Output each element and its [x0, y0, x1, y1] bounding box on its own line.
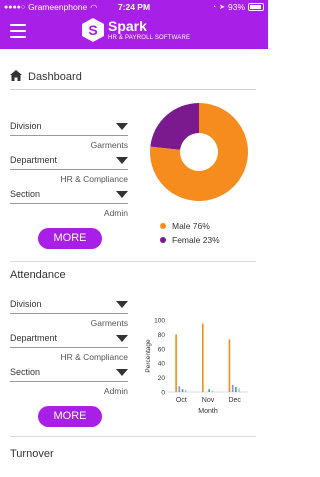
filter-value: Admin — [103, 208, 128, 218]
battery-percent: 93% — [227, 2, 245, 12]
app-name: Spark — [108, 18, 147, 34]
bar-nov-2 — [208, 389, 210, 392]
bar-oct-0 — [175, 334, 177, 392]
home-icon — [10, 70, 22, 84]
spark-logo-icon: S — [82, 18, 104, 42]
gender-donut-chart — [150, 103, 248, 201]
attendance-more-button[interactable]: MORE — [38, 406, 102, 427]
y-tick-label: 20 — [158, 375, 166, 382]
breadcrumb[interactable]: Dashboard — [10, 70, 82, 84]
attendance-section-select[interactable]: Section Admin — [10, 367, 128, 396]
status-bar: ●●●●○ Grameenphone ◠ 7:24 PM ◔ ➤ 93% — [0, 0, 268, 14]
chevron-down-icon — [116, 335, 128, 342]
x-axis-label: Month — [198, 408, 218, 415]
attendance-division-select[interactable]: Division Garments — [10, 299, 128, 328]
location-icon: ➤ — [219, 4, 225, 11]
y-tick-label: 40 — [158, 361, 166, 368]
chevron-down-icon — [116, 369, 128, 376]
turnover-title: Turnover — [10, 448, 54, 460]
bar-nov-0 — [202, 323, 204, 392]
filter-label: Department — [10, 155, 58, 165]
y-tick-label: 0 — [161, 390, 165, 397]
section-divider — [10, 436, 256, 437]
alarm-icon: ◔ — [211, 3, 217, 11]
filter-value: Garments — [90, 318, 128, 328]
section-divider — [10, 261, 256, 262]
hamburger-menu-icon[interactable] — [10, 24, 26, 38]
attendance-department-select[interactable]: Department HR & Compliance — [10, 333, 128, 362]
filter-label: Section — [10, 189, 41, 199]
bar-oct-3 — [184, 389, 187, 392]
battery-icon — [248, 3, 264, 11]
y-tick-label: 60 — [158, 346, 166, 353]
legend-swatch — [160, 237, 166, 243]
y-tick-label: 80 — [158, 332, 166, 339]
bar-dec-2 — [235, 386, 237, 392]
filter-value: Garments — [90, 140, 128, 150]
bar-oct-2 — [181, 389, 184, 392]
bar-dec-1 — [231, 384, 234, 392]
x-tick-label: Dec — [228, 397, 241, 404]
attendance-bar-chart: 0 20 40 60 80 100 Percentage Oct Nov Dec Month — [145, 318, 248, 415]
chevron-down-icon — [116, 301, 128, 308]
pie-slice-female — [150, 103, 199, 150]
chevron-down-icon — [116, 157, 128, 164]
breadcrumb-label: Dashboard — [28, 71, 82, 83]
filter-label: Division — [10, 121, 42, 131]
chevron-down-icon — [116, 191, 128, 198]
bar-nov-3 — [211, 390, 214, 392]
employee-section-select[interactable]: Section Admin — [10, 189, 128, 218]
attendance-title: Attendance — [10, 269, 66, 281]
filter-label: Division — [10, 299, 42, 309]
legend-item-male: Male 76% — [160, 219, 220, 233]
bar-dec-3 — [238, 388, 240, 392]
chevron-down-icon — [116, 123, 128, 130]
app-logo: S Spark HR & PAYROLL SOFTWARE — [82, 18, 190, 42]
y-tick-label: 100 — [154, 318, 165, 325]
filter-label: Department — [10, 333, 58, 343]
x-tick-label: Nov — [202, 397, 215, 404]
legend-item-female: Female 23% — [160, 233, 220, 247]
filter-value: Admin — [103, 386, 128, 396]
y-axis-label: Percentage — [145, 339, 152, 373]
filter-value: HR & Compliance — [60, 174, 128, 184]
bar-oct-1 — [178, 386, 181, 392]
gender-legend: Male 76% Female 23% — [160, 219, 220, 247]
filter-label: Section — [10, 367, 41, 377]
svg-text:S: S — [88, 22, 97, 38]
x-tick-label: Oct — [176, 397, 187, 404]
filter-value: HR & Compliance — [60, 352, 128, 362]
bar-dec-0 — [228, 339, 231, 392]
app-header: ●●●●○ Grameenphone ◠ 7:24 PM ◔ ➤ 93% S S… — [0, 0, 268, 49]
legend-swatch — [160, 223, 166, 229]
employee-more-button[interactable]: MORE — [38, 228, 102, 249]
employee-division-select[interactable]: Division Garments — [10, 121, 128, 150]
app-tagline: HR & PAYROLL SOFTWARE — [108, 35, 191, 41]
employee-department-select[interactable]: Department HR & Compliance — [10, 155, 128, 184]
breadcrumb-divider — [10, 89, 256, 90]
